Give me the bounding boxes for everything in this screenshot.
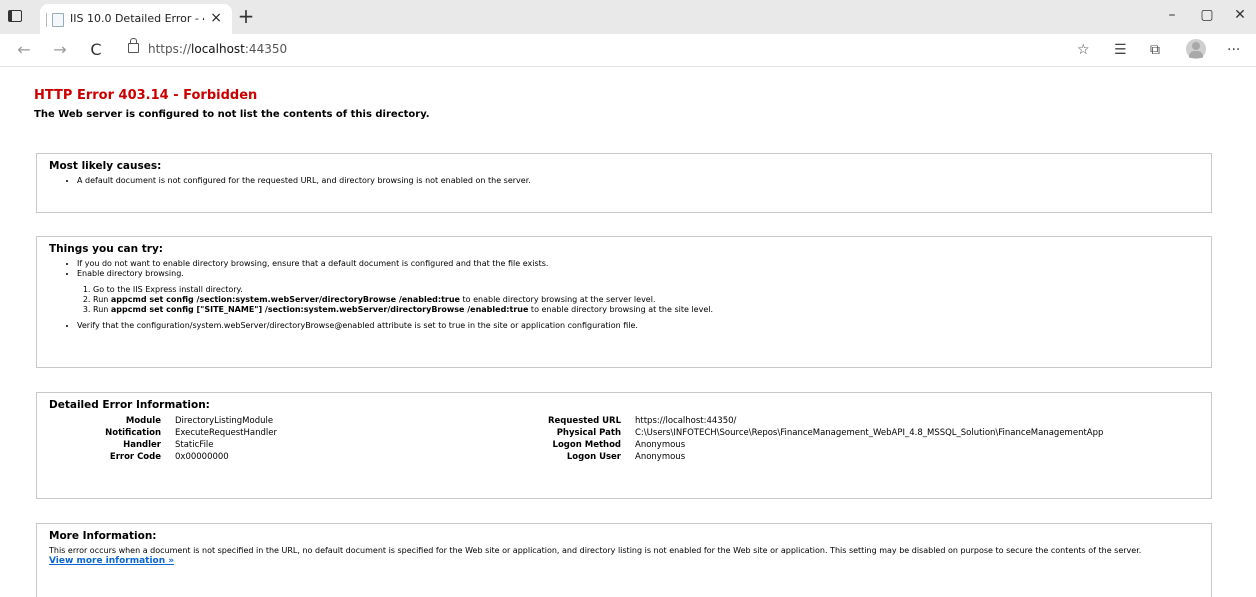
error-subtitle: The Web server is configured to not list… [34, 109, 430, 120]
list-item: Enable directory browsing. [77, 269, 1199, 279]
tab-close-icon[interactable]: × [210, 10, 222, 26]
extensions-icon[interactable]: ⧉ [1150, 42, 1160, 58]
page-header: HTTP Error 403.14 - Forbidden The Web se… [34, 88, 1214, 120]
tab-bar: IIS 10.0 Detailed Error - 403.14 - × + –… [0, 0, 1256, 34]
page-favicon-icon [52, 13, 64, 27]
list-item: If you do not want to enable directory b… [77, 259, 1199, 269]
favorites-star-icon[interactable]: ☆ [1077, 42, 1090, 58]
tab-actions-icon[interactable] [6, 8, 24, 26]
detail-value: Anonymous [635, 452, 686, 462]
tab-title: IIS 10.0 Detailed Error - 403.14 - [70, 12, 204, 25]
url-host: localhost [191, 42, 245, 56]
list-item: A default document is not configured for… [77, 176, 1199, 186]
more-menu-icon[interactable]: ··· [1227, 42, 1240, 58]
more-text: This error occurs when a document is not… [49, 546, 1142, 555]
detail-label: Module [125, 416, 161, 426]
causes-heading: Most likely causes: [49, 160, 162, 172]
detail-value: ExecuteRequestHandler [175, 428, 277, 438]
refresh-button[interactable]: C [86, 40, 106, 60]
detail-left-column: Module DirectoryListingModule Notificatio… [49, 415, 529, 463]
try-heading: Things you can try: [49, 243, 164, 255]
detail-label: Requested URL [547, 416, 621, 426]
restore-button[interactable]: ▢ [1192, 6, 1222, 24]
close-window-button[interactable]: ✕ [1225, 6, 1255, 24]
detail-label: Logon User [566, 452, 621, 462]
command-text: appcmd set config ["SITE_NAME"] /section… [110, 305, 529, 314]
address-bar[interactable]: https://localhost:44350 [120, 38, 1080, 61]
collections-icon[interactable]: ☰ [1114, 42, 1127, 58]
url-port: :44350 [244, 42, 288, 56]
detail-value: 0x00000000 [175, 452, 229, 462]
tab-separator [46, 13, 47, 27]
step-item: Run appcmd set config /section:system.we… [93, 295, 1199, 305]
detail-value: Anonymous [635, 440, 686, 450]
navigation-bar: ← → C https://localhost:44350 ☆ ☰ ⧉ ··· [0, 34, 1256, 67]
detail-label: Physical Path [556, 428, 621, 438]
step-item: Go to the IIS Express install directory. [93, 285, 1199, 295]
new-tab-button[interactable]: + [236, 5, 256, 27]
things-to-try-box: Things you can try: If you do not want t… [36, 236, 1212, 368]
detailed-error-box: Detailed Error Information: Module Direct… [36, 392, 1212, 499]
detail-value: DirectoryListingModule [175, 416, 274, 426]
causes-box: Most likely causes: A default document i… [36, 153, 1212, 213]
browser-tab[interactable]: IIS 10.0 Detailed Error - 403.14 - × [40, 4, 232, 34]
profile-icon[interactable] [1186, 39, 1206, 59]
more-info-box: More Information: This error occurs when… [36, 523, 1212, 597]
detail-value: C:\Users\INFOTECH\Source\Repos\FinanceMa… [635, 428, 1104, 438]
lock-icon[interactable] [128, 38, 139, 53]
minimize-button[interactable]: – [1157, 6, 1187, 24]
error-title: HTTP Error 403.14 - Forbidden [34, 88, 258, 103]
detail-label: Logon Method [552, 440, 621, 450]
detail-table: Module DirectoryListingModule Notificatio… [49, 415, 1199, 463]
steps-list: Go to the IIS Express install directory.… [49, 285, 1199, 315]
detail-label: Error Code [109, 452, 161, 462]
step-item: Run appcmd set config ["SITE_NAME"] /sec… [93, 305, 1199, 315]
url-scheme: https:// [148, 42, 192, 56]
forward-button[interactable]: → [50, 40, 70, 60]
detail-label: Notification [105, 428, 161, 438]
list-item: Verify that the configuration/system.web… [77, 321, 1199, 331]
address-url[interactable]: https://localhost:44350 [148, 42, 287, 56]
detail-value: StaticFile [175, 440, 214, 450]
back-button[interactable]: ← [14, 40, 34, 60]
detail-value: https://localhost:44350/ [635, 416, 737, 426]
detail-label: Handler [123, 440, 161, 450]
detail-heading: Detailed Error Information: [49, 399, 210, 411]
try-list-2: Verify that the configuration/system.web… [49, 321, 1199, 331]
more-heading: More Information: [49, 530, 157, 542]
causes-list: A default document is not configured for… [49, 176, 1199, 186]
command-text: appcmd set config /section:system.webSer… [110, 295, 460, 304]
try-list: If you do not want to enable directory b… [49, 259, 1199, 279]
view-more-link[interactable]: View more information » [49, 556, 1199, 566]
detail-right-column: Requested URL https://localhost:44350/ Ph… [529, 415, 1103, 463]
